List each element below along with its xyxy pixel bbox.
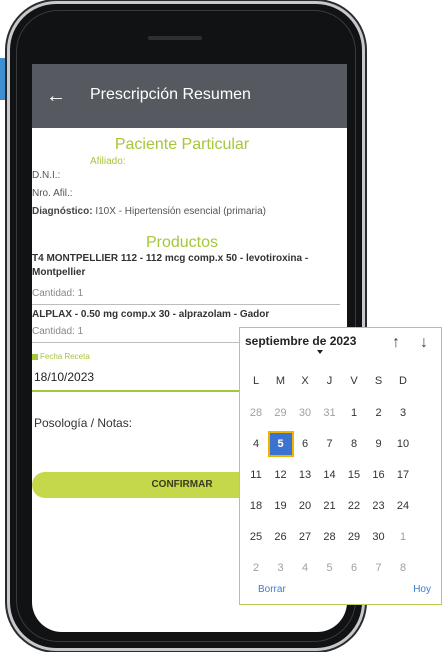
diagnosis-label: Diagnóstico: — [32, 206, 93, 217]
calendar-day[interactable]: 4 — [245, 433, 267, 455]
arrow-left-icon[interactable]: ← — [46, 86, 66, 106]
diagnosis-value: I10X - Hipertensión esencial (primaria) — [95, 206, 266, 217]
weekday-header: M — [275, 375, 286, 387]
product-name: T4 MONTPELLIER 112 - 112 mcg comp.x 50 -… — [32, 253, 309, 278]
calendar-day[interactable]: 18 — [245, 495, 267, 517]
calendar-day[interactable]: 7 — [368, 557, 390, 579]
calendar-icon — [32, 353, 38, 360]
arrow-down-icon[interactable]: ↓ — [420, 334, 428, 352]
calendar-day[interactable]: 12 — [270, 464, 292, 486]
page-title: Prescripción Resumen — [90, 86, 251, 103]
calendar-day[interactable]: 24 — [392, 495, 414, 517]
calendar-day[interactable]: 4 — [294, 557, 316, 579]
calendar-day[interactable]: 27 — [294, 526, 316, 548]
patient-section-title: Paciente Particular — [114, 136, 250, 153]
month-year-selector[interactable]: septiembre de 2023 — [245, 334, 356, 348]
calendar-day[interactable]: 15 — [343, 464, 365, 486]
recipe-date-label: Fecha Receta — [32, 352, 90, 361]
afil-row: Nro. Afil.: — [32, 188, 73, 199]
calendar-day[interactable]: 29 — [343, 526, 365, 548]
product-quantity: Cantidad: 1 — [32, 288, 84, 299]
dni-label: D.N.I.: — [32, 170, 61, 181]
calendar-day[interactable]: 3 — [392, 402, 414, 424]
weekday-header: X — [301, 375, 309, 387]
calendar-day[interactable]: 26 — [270, 526, 292, 548]
calendar-day[interactable]: 23 — [368, 495, 390, 517]
calendar-day[interactable]: 20 — [294, 495, 316, 517]
weekday-header: S — [374, 375, 383, 387]
calendar-day[interactable]: 9 — [368, 433, 390, 455]
calendar-day[interactable]: 14 — [319, 464, 341, 486]
calendar-day[interactable]: 17 — [392, 464, 414, 486]
dni-row: D.N.I.: — [32, 170, 60, 181]
weekday-header: D — [399, 375, 407, 387]
phone-speaker — [148, 36, 202, 40]
weekday-header: L — [252, 375, 260, 387]
calendar-day[interactable]: 28 — [245, 402, 267, 424]
calendar-day[interactable]: 5 — [269, 433, 292, 455]
calendar-day[interactable]: 19 — [270, 495, 292, 517]
calendar-day[interactable]: 30 — [294, 402, 316, 424]
calendar-day[interactable]: 30 — [368, 526, 390, 548]
calendar-day[interactable]: 6 — [294, 433, 316, 455]
chevron-down-icon[interactable] — [317, 350, 323, 354]
calendar-day[interactable]: 28 — [319, 526, 341, 548]
calendar-day[interactable]: 1 — [392, 526, 414, 548]
weekday-header: V — [350, 375, 358, 387]
calendar-day[interactable]: 29 — [270, 402, 292, 424]
app-bar: ← Prescripción Resumen — [32, 64, 347, 128]
calendar-day[interactable]: 7 — [319, 433, 341, 455]
calendar-day[interactable]: 3 — [270, 557, 292, 579]
affiliate-label: Afiliado: — [90, 156, 126, 167]
calendar-day[interactable]: 10 — [392, 433, 414, 455]
notes-field[interactable]: Posología / Notas: — [34, 416, 132, 430]
calendar-day[interactable]: 2 — [368, 402, 390, 424]
weekday-header: J — [326, 375, 333, 387]
arrow-up-icon[interactable]: ↑ — [392, 334, 400, 352]
calendar-day[interactable]: 21 — [319, 495, 341, 517]
calendar-day[interactable]: 8 — [392, 557, 414, 579]
calendar-day[interactable]: 2 — [245, 557, 267, 579]
diagnosis-row: Diagnóstico: I10X - Hipertensión esencia… — [32, 206, 266, 217]
calendar-day[interactable]: 25 — [245, 526, 267, 548]
calendar-day[interactable]: 13 — [294, 464, 316, 486]
calendar-day[interactable]: 11 — [245, 464, 267, 486]
today-button[interactable]: Hoy — [413, 584, 431, 595]
calendar-day[interactable]: 22 — [343, 495, 365, 517]
product-name: ALPLAX - 0.50 mg comp.x 30 - alprazolam … — [32, 309, 270, 320]
calendar-day[interactable]: 1 — [343, 402, 365, 424]
product-divider — [32, 304, 340, 305]
recipe-date-input[interactable]: 18/10/2023 — [34, 370, 94, 384]
date-picker-popup: septiembre de 2023 ↑ ↓ L M X J V S D 28 29 30 31 1 2… — [239, 327, 442, 605]
calendar-day[interactable]: 31 — [319, 402, 341, 424]
calendar-day[interactable]: 8 — [343, 433, 365, 455]
products-section-title: Productos — [145, 234, 219, 251]
afil-label: Nro. Afil.: — [32, 188, 73, 199]
calendar-day[interactable]: 16 — [368, 464, 390, 486]
calendar-day[interactable]: 5 — [319, 557, 341, 579]
clear-button[interactable]: Borrar — [258, 584, 286, 595]
calendar-day[interactable]: 6 — [343, 557, 365, 579]
product-quantity: Cantidad: 1 — [32, 326, 84, 337]
